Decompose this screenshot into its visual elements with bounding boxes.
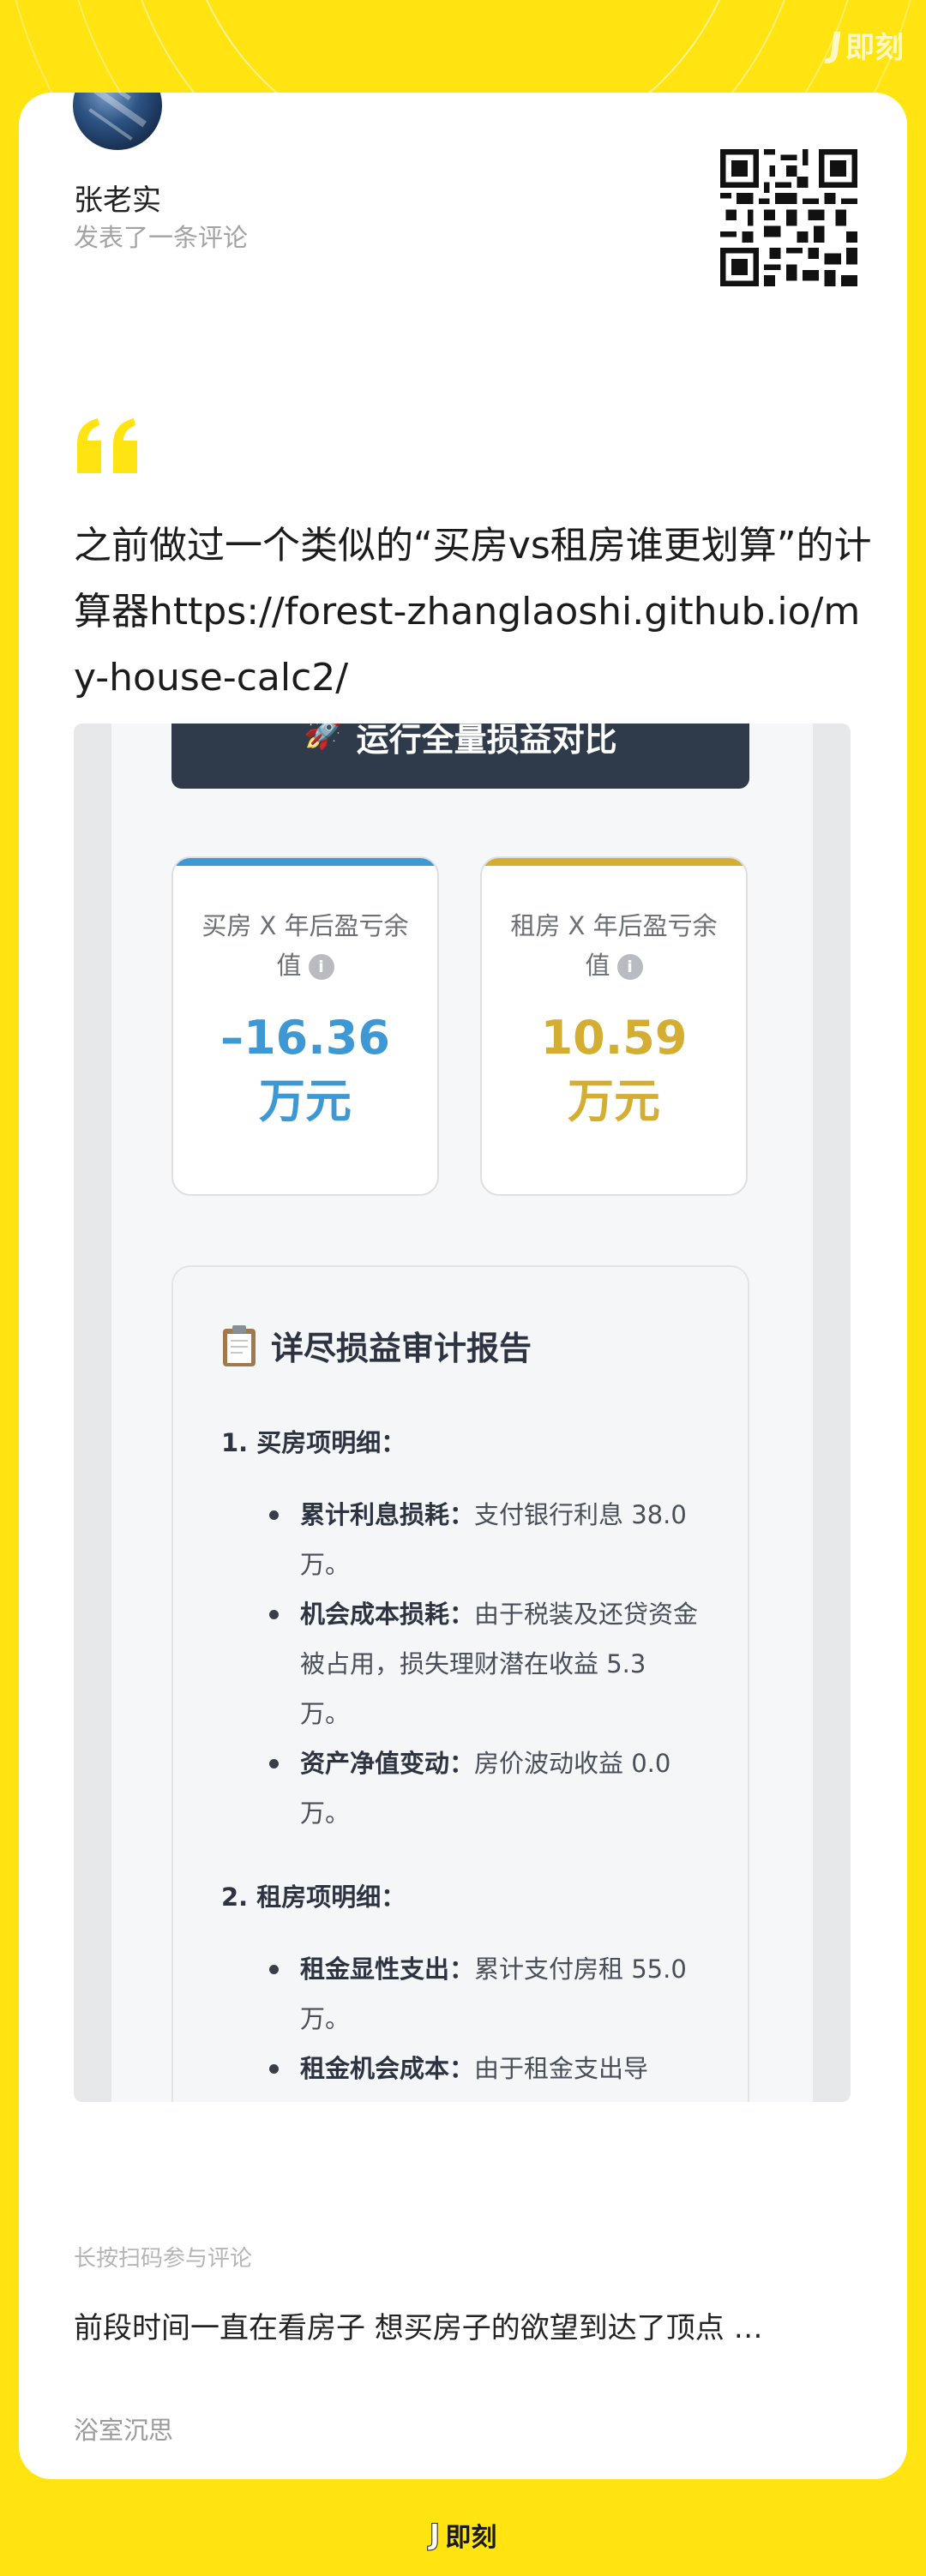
audit-report-panel: 详尽损益审计报告 1. 买房项明细： 累计利息损耗：支付银行利息 38.0 万。…	[171, 1265, 749, 2102]
info-icon[interactable]: i	[308, 954, 334, 980]
original-post-title[interactable]: 前段时间一直在看房子 想买房子的欲望到达了顶点 …	[74, 2301, 871, 2356]
author-name[interactable]: 张老实	[74, 177, 161, 219]
list-item: 资产净值变动：房价波动收益 0.0 万。	[221, 1738, 701, 1838]
metric-label: 租房 X 年后盈亏余值 i	[510, 911, 718, 980]
buy-section-heading: 1. 买房项明细：	[221, 1428, 406, 1457]
list-item: 租金显性支出：累计支付房租 55.0 万。	[221, 1944, 701, 2044]
original-post-author[interactable]: 浴室沉思	[74, 2411, 173, 2447]
brand-mark-icon: J	[826, 25, 845, 65]
author-action: 发表了一条评论	[74, 223, 249, 252]
share-card: 张老实 发表了一条评论 之前做过一个类似的“买房vs租房谁更划算”的计算器htt…	[19, 93, 907, 2479]
avatar[interactable]	[70, 93, 165, 153]
list-item: 机会成本损耗：由于税装及还贷资金被占用，损失理财潜在收益 5.3 万。	[221, 1589, 701, 1738]
buy-result-card: 买房 X 年后盈亏余值 i –16.36 万元	[171, 856, 439, 1196]
report-title: 详尽损益审计报告	[221, 1322, 532, 1369]
rent-items-list: 租金显性支出：累计支付房租 55.0 万。 租金机会成本：由于租金支出导	[221, 1944, 701, 2093]
metric-unit: 万元	[259, 1074, 352, 1128]
qr-code[interactable]	[720, 149, 857, 286]
rent-result-card: 租房 X 年后盈亏余值 i 10.59 万元	[480, 856, 748, 1196]
brand-logo-top: J 即刻	[826, 24, 904, 66]
brand-name: 即刻	[845, 31, 904, 65]
run-button-label: 运行全量损益对比	[356, 724, 617, 759]
screenshot-content: 🚀 运行全量损益对比 买房 X 年后盈亏余值 i –16.36 万元 租房 X 年…	[111, 724, 813, 2102]
rent-section-heading: 2. 租房项明细：	[221, 1882, 406, 1912]
run-comparison-button[interactable]: 🚀 运行全量损益对比	[171, 724, 749, 789]
list-item: 租金机会成本：由于租金支出导	[221, 2044, 701, 2093]
metric-value: 10.59	[540, 1011, 688, 1065]
brand-mark-icon: J	[429, 2518, 441, 2553]
rocket-icon: 🚀	[304, 724, 345, 751]
clipboard-icon	[223, 1324, 256, 1366]
metric-label: 买房 X 年后盈亏余值 i	[201, 911, 409, 980]
info-icon[interactable]: i	[616, 954, 643, 980]
comment-text[interactable]: 之前做过一个类似的“买房vs租房谁更划算”的计算器https://forest-…	[74, 513, 880, 711]
quote-icon	[77, 418, 137, 473]
scan-hint: 长按扫码参与评论	[74, 2246, 253, 2272]
metric-unit: 万元	[568, 1074, 660, 1128]
metric-value: –16.36	[220, 1011, 390, 1065]
card-accent-bar	[482, 858, 746, 866]
brand-name: 即刻	[445, 2523, 497, 2553]
attached-screenshot[interactable]: 🚀 运行全量损益对比 买房 X 年后盈亏余值 i –16.36 万元 租房 X 年…	[74, 724, 851, 2102]
buy-items-list: 累计利息损耗：支付银行利息 38.0 万。 机会成本损耗：由于税装及还贷资金被占…	[221, 1490, 701, 1838]
list-item: 累计利息损耗：支付银行利息 38.0 万。	[221, 1490, 701, 1589]
card-accent-bar	[173, 858, 437, 866]
brand-logo-bottom: J 即刻	[0, 2516, 926, 2554]
